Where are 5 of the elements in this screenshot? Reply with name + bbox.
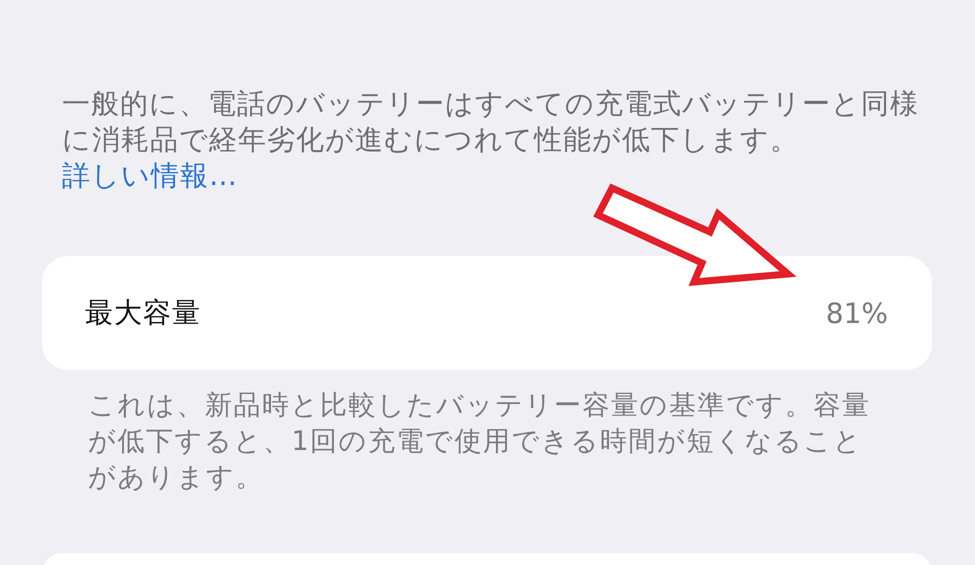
footnote-text: これは、新品時と比較したバッテリー容量の基準です。容量が低下すると、1回の充電で使用できる時間が短くなることがあります。 (87, 389, 872, 495)
capacity-value: 81% (826, 296, 888, 330)
learn-more-link[interactable]: 詳しい情報… (62, 159, 238, 192)
description-text: 一般的に、電話のバッテリーはすべての充電式バッテリーと同様に消耗品で経年劣化が進むにつれて性能が低下します。 詳しい情報… (61, 86, 920, 194)
capacity-label: 最大容量 (85, 295, 201, 331)
